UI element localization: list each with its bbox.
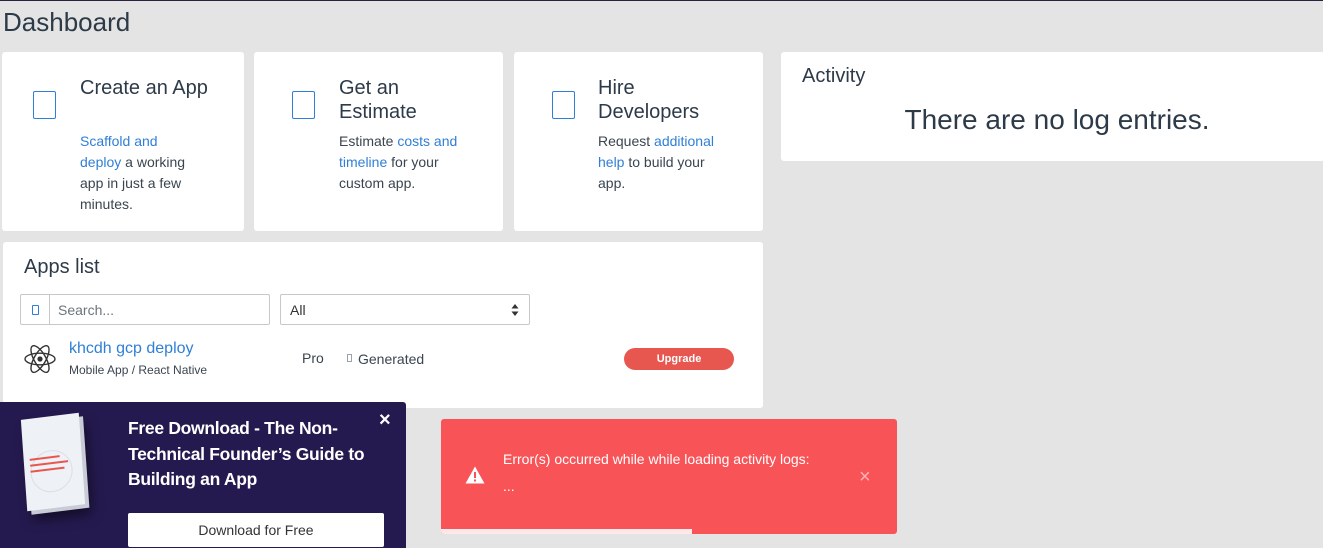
app-type: Mobile App / React Native: [69, 363, 208, 377]
activity-empty-message: There are no log entries.: [904, 104, 1210, 135]
promo-popup: Free Download - The Non-Technical Founde…: [0, 402, 406, 548]
filter-value: All: [290, 302, 306, 318]
app-status: Generated: [358, 351, 425, 367]
card-description: Estimate costs and timeline for your cus…: [339, 133, 458, 191]
create-app-icon: [33, 91, 56, 119]
upgrade-button[interactable]: Upgrade: [624, 348, 734, 370]
card-title: Create an App: [80, 77, 208, 99]
estimate-icon: [292, 91, 315, 119]
error-toast: Error(s) occurred while while loading ac…: [441, 419, 897, 534]
select-arrows-icon: [511, 304, 519, 316]
card-description: Request additional help to build your ap…: [598, 133, 714, 191]
toast-progress-bar: [441, 529, 692, 534]
search-icon: [21, 295, 50, 324]
promo-title: Free Download - The Non-Technical Founde…: [128, 418, 365, 489]
create-app-card[interactable]: Create an App Scaffold and deploy a work…: [2, 52, 244, 231]
card-title: Get an Estimate: [339, 77, 417, 123]
card-title: Hire Developers: [598, 77, 700, 123]
apps-list-panel: Apps list All khcdh gcp deploy Mobile Ap…: [3, 242, 763, 408]
developers-icon: [552, 91, 575, 119]
card-description: Scaffold and deploy a working app in jus…: [80, 133, 186, 212]
apps-list-title: Apps list: [24, 256, 100, 278]
activity-panel: Activity There are no log entries.: [781, 52, 1323, 161]
app-plan: Pro: [302, 350, 324, 366]
get-estimate-card[interactable]: Get an Estimate Estimate costs and timel…: [254, 52, 503, 231]
search-box: [20, 294, 270, 325]
activity-title: Activity: [802, 65, 866, 87]
hire-developers-card[interactable]: Hire Developers Request additional help …: [514, 52, 763, 231]
page-title: Dashboard: [3, 7, 131, 37]
app-name-link[interactable]: khcdh gcp deploy: [69, 340, 194, 358]
status-icon: [347, 354, 352, 362]
react-logo-icon: [24, 344, 56, 374]
filter-select[interactable]: All: [280, 294, 530, 325]
toast-detail: ...: [503, 478, 515, 494]
toast-message: Error(s) occurred while while loading ac…: [503, 446, 863, 500]
download-button[interactable]: Download for Free: [128, 513, 384, 547]
warning-icon: [465, 466, 485, 484]
promo-close-icon[interactable]: ×: [379, 410, 391, 430]
search-input[interactable]: [50, 295, 269, 324]
ebook-cover-image: [20, 412, 86, 512]
toast-close-icon[interactable]: ×: [859, 467, 871, 487]
